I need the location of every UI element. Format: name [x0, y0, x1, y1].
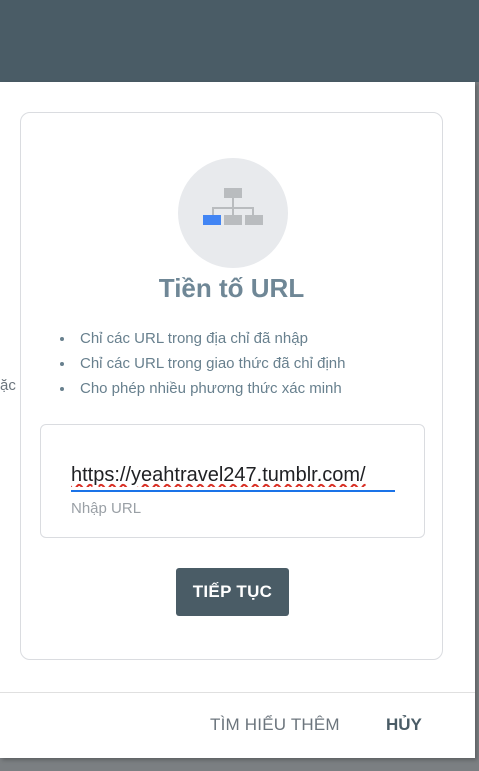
url-input[interactable] — [71, 460, 395, 492]
background-partial-text: ặc — [0, 377, 16, 394]
footer-divider — [0, 692, 475, 693]
url-helper-text: Nhập URL — [71, 500, 142, 517]
top-app-bar — [0, 0, 479, 82]
feature-item: Chỉ các URL trong giao thức đã chỉ định — [58, 351, 428, 376]
url-prefix-card: Tiền tố URL Chỉ các URL trong địa chỉ đã… — [20, 112, 443, 660]
continue-button[interactable]: TIẾP TỤC — [176, 568, 289, 616]
cancel-button[interactable]: HỦY — [386, 715, 422, 735]
feature-item: Cho phép nhiều phương thức xác minh — [58, 376, 428, 401]
sitemap-icon — [178, 158, 288, 268]
property-type-dialog: ặc Tiền tố URL Chỉ các URL trong địa chỉ… — [0, 82, 475, 758]
card-title: Tiền tố URL — [158, 273, 305, 303]
feature-item: Chỉ các URL trong địa chỉ đã nhập — [58, 326, 428, 351]
feature-list: Chỉ các URL trong địa chỉ đã nhập Chỉ cá… — [58, 326, 428, 401]
learn-more-button[interactable]: TÌM HIỂU THÊM — [210, 715, 340, 735]
url-input-container: Nhập URL — [40, 424, 425, 538]
